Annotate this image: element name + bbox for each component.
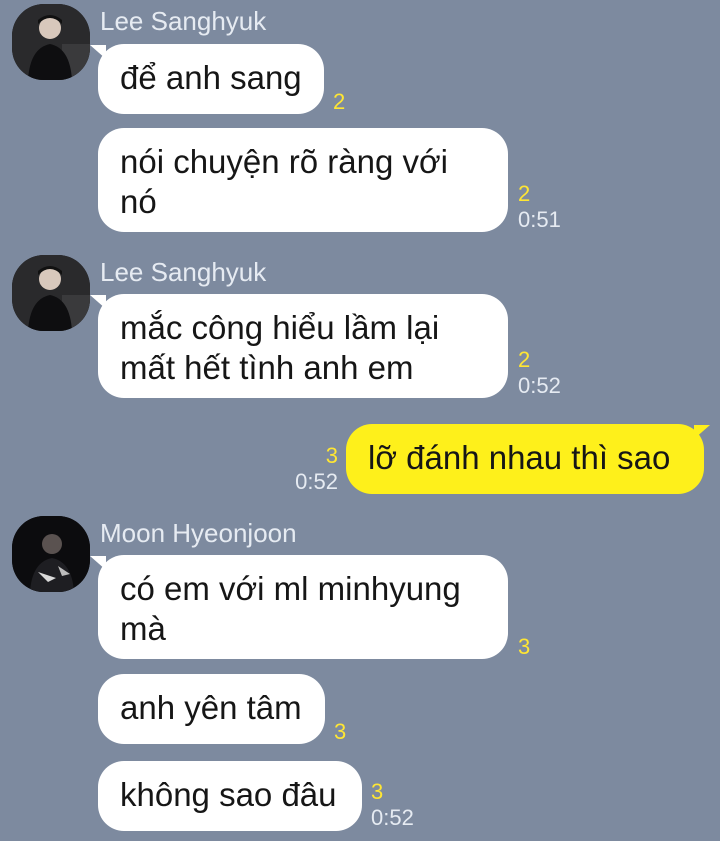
message-bubble[interactable]: nói chuyện rõ ràng với nó [98, 128, 508, 232]
message-bubble[interactable]: mắc công hiểu lầm lại mất hết tình anh e… [98, 294, 508, 398]
avatar-lee-sanghyuk[interactable] [12, 255, 90, 331]
message-meta: 3 [518, 634, 530, 660]
unread-count: 2 [518, 181, 531, 206]
profile-photo-icon [12, 255, 90, 331]
timestamp: 0:51 [518, 207, 561, 232]
unread-count: 2 [333, 89, 346, 114]
message-bubble[interactable]: không sao đâu [98, 761, 362, 831]
avatar-lee-sanghyuk[interactable] [12, 4, 90, 80]
sender-name: Lee Sanghyuk [100, 257, 267, 287]
bubble-tail [694, 425, 710, 439]
message-bubble[interactable]: có em với ml minhyung mà [98, 555, 508, 659]
timestamp: 0:52 [518, 373, 561, 398]
message-meta: 2 0:52 [518, 347, 561, 399]
unread-count: 2 [518, 347, 531, 372]
my-message-bubble[interactable]: lỡ đánh nhau thì sao [346, 424, 704, 494]
message-meta: 3 0:52 [371, 779, 414, 831]
sender-name: Moon Hyeonjoon [100, 518, 297, 548]
message-meta: 2 0:51 [518, 181, 561, 233]
timestamp: 0:52 [371, 805, 414, 830]
message-meta: 3 [334, 719, 346, 745]
message-bubble[interactable]: anh yên tâm [98, 674, 325, 744]
avatar-moon-hyeonjoon[interactable] [12, 516, 90, 592]
profile-photo-icon [12, 516, 90, 592]
timestamp: 0:52 [295, 469, 338, 494]
message-meta: 2 [333, 89, 345, 115]
sender-name: Lee Sanghyuk [100, 6, 267, 36]
message-bubble[interactable]: để anh sang [98, 44, 324, 114]
profile-photo-icon [12, 4, 90, 80]
unread-count: 3 [325, 443, 338, 468]
unread-count: 3 [334, 719, 347, 744]
unread-count: 3 [518, 634, 531, 659]
message-meta: 3 0:52 [280, 443, 338, 495]
unread-count: 3 [371, 779, 384, 804]
